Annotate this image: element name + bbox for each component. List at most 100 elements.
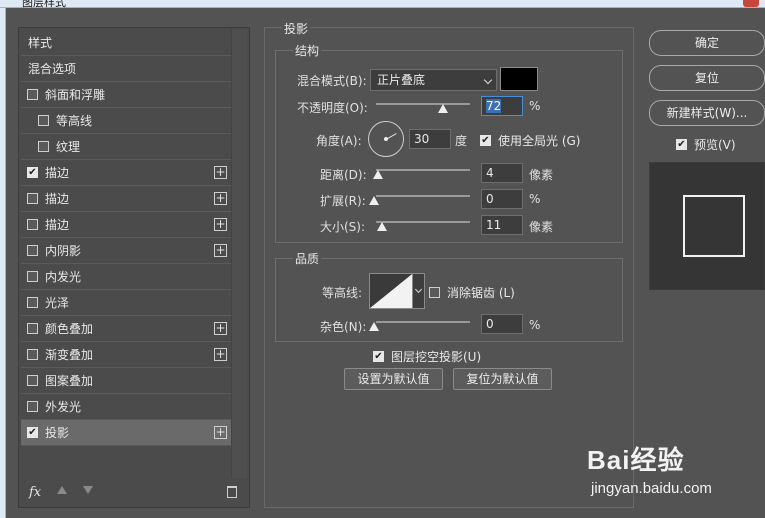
spread-slider-thumb[interactable]	[369, 196, 379, 205]
size-input[interactable]: 11	[481, 215, 523, 235]
add-style-icon[interactable]: +	[214, 244, 227, 257]
spread-slider-track[interactable]	[376, 195, 470, 197]
style-item-checkbox[interactable]	[27, 271, 38, 282]
add-style-icon[interactable]: +	[214, 322, 227, 335]
style-item-checkbox[interactable]	[27, 297, 38, 308]
reset-default-button[interactable]: 复位为默认值	[453, 368, 552, 390]
antialias-check-icon	[429, 287, 440, 298]
style-item[interactable]: 等高线	[21, 108, 231, 134]
structure-title: 结构	[293, 42, 322, 59]
preview-thumbnail	[649, 162, 765, 290]
style-item[interactable]: 描边 +	[21, 186, 231, 212]
style-item-label: 内阴影	[45, 244, 82, 258]
opacity-slider-thumb[interactable]	[438, 104, 448, 113]
distance-input[interactable]: 4	[481, 163, 523, 183]
contour-dropdown[interactable]	[413, 273, 425, 309]
global-light-checkbox[interactable]: ✔ 使用全局光 (G)	[480, 132, 580, 149]
style-item-checkbox[interactable]	[27, 219, 38, 230]
blend-mode-select[interactable]: 正片叠底	[370, 69, 497, 91]
trash-icon[interactable]	[227, 486, 237, 498]
styles-list-footer: fx	[19, 479, 249, 507]
distance-unit: 像素	[529, 168, 554, 182]
new-style-button[interactable]: 新建样式(W)...	[649, 100, 765, 126]
size-slider-track[interactable]	[376, 221, 470, 223]
style-item-checkbox[interactable]	[27, 375, 38, 386]
style-item-label: 内发光	[45, 270, 82, 284]
shadow-color-swatch[interactable]	[500, 67, 538, 91]
contour-label: 等高线:	[322, 286, 363, 300]
blend-mode-value: 正片叠底	[377, 73, 426, 87]
preview-check-icon: ✔	[676, 138, 687, 150]
style-item-checkbox[interactable]: ✔	[27, 427, 38, 438]
set-default-button[interactable]: 设置为默认值	[344, 368, 443, 390]
antialias-checkbox[interactable]: 消除锯齿 (L)	[429, 284, 515, 301]
add-style-icon[interactable]: +	[214, 166, 227, 179]
opacity-input[interactable]: 72	[481, 96, 523, 116]
style-item-checkbox[interactable]	[27, 89, 38, 100]
add-style-icon[interactable]: +	[214, 218, 227, 231]
move-down-icon[interactable]	[83, 486, 93, 494]
style-item-checkbox[interactable]	[38, 115, 49, 126]
style-item[interactable]: 外发光	[21, 394, 231, 420]
style-item[interactable]: 描边 +	[21, 212, 231, 238]
style-item[interactable]: 渐变叠加 +	[21, 342, 231, 368]
add-style-icon[interactable]: +	[214, 192, 227, 205]
watermark-url: jingyan.baidu.com	[591, 480, 712, 497]
style-item-label: 颜色叠加	[45, 322, 94, 336]
add-style-icon[interactable]: +	[214, 348, 227, 361]
style-item[interactable]: 样式	[21, 30, 231, 56]
style-item[interactable]: 内发光	[21, 264, 231, 290]
size-slider-thumb[interactable]	[377, 222, 387, 231]
opacity-slider-track[interactable]	[376, 103, 470, 105]
add-style-icon[interactable]: +	[214, 426, 227, 439]
preview-checkbox[interactable]: ✔ 预览(V)	[676, 136, 736, 153]
style-item-checkbox[interactable]: ✔	[27, 167, 38, 178]
styles-list-panel: 样式 混合选项 斜面和浮雕 等高线 纹理 ✔ 描边 + 描边 + 描边 + 内阴影 + 内发光 光泽 颜色叠加 +…	[18, 27, 250, 508]
move-up-icon[interactable]	[57, 486, 67, 494]
distance-slider-track[interactable]	[376, 169, 470, 171]
opacity-unit: %	[529, 99, 541, 113]
noise-slider-track[interactable]	[376, 321, 470, 323]
angle-label: 角度(A):	[316, 134, 362, 148]
style-item-label: 渐变叠加	[45, 348, 94, 362]
style-item-checkbox[interactable]	[27, 193, 38, 204]
style-item-checkbox[interactable]	[38, 141, 49, 152]
knockout-check-icon: ✔	[373, 350, 384, 362]
style-item[interactable]: 颜色叠加 +	[21, 316, 231, 342]
angle-input[interactable]: 30	[409, 129, 451, 149]
size-unit: 像素	[529, 220, 554, 234]
style-item-label: 投影	[45, 426, 70, 440]
style-item-checkbox[interactable]	[27, 323, 38, 334]
distance-slider-thumb[interactable]	[373, 170, 383, 179]
window-title: 图层样式	[22, 0, 66, 9]
style-item[interactable]: ✔ 描边 +	[21, 160, 231, 186]
baidu-jingyan-watermark: Bai经验 jingyan.baidu.com	[585, 432, 765, 502]
style-item-checkbox[interactable]	[27, 245, 38, 256]
reset-button[interactable]: 复位	[649, 65, 765, 91]
style-item-label: 描边	[45, 192, 70, 206]
style-item[interactable]: 内阴影 +	[21, 238, 231, 264]
styles-list-scrollbar[interactable]	[231, 30, 247, 478]
spread-unit: %	[529, 192, 541, 206]
window-border	[0, 8, 6, 518]
contour-picker[interactable]	[369, 273, 413, 309]
style-item-checkbox[interactable]	[27, 349, 38, 360]
knockout-checkbox[interactable]: ✔ 图层挖空投影(U)	[373, 348, 481, 365]
style-item[interactable]: 图案叠加	[21, 368, 231, 394]
style-item[interactable]: ✔ 投影 +	[21, 420, 231, 446]
style-item[interactable]: 纹理	[21, 134, 231, 160]
style-item-checkbox[interactable]	[27, 401, 38, 412]
style-item[interactable]: 斜面和浮雕	[21, 82, 231, 108]
noise-slider-thumb[interactable]	[369, 322, 379, 331]
angle-dial[interactable]	[368, 121, 404, 157]
spread-input[interactable]: 0	[481, 189, 523, 209]
noise-input[interactable]: 0	[481, 314, 523, 334]
ok-button[interactable]: 确定	[649, 30, 765, 56]
fx-menu-button[interactable]: fx	[29, 485, 41, 500]
window-close-button[interactable]	[743, 0, 759, 7]
style-item[interactable]: 光泽	[21, 290, 231, 316]
style-item-label: 等高线	[56, 114, 93, 128]
style-item[interactable]: 混合选项	[21, 56, 231, 82]
distance-label: 距离(D):	[320, 168, 367, 182]
chevron-down-icon	[414, 285, 423, 294]
